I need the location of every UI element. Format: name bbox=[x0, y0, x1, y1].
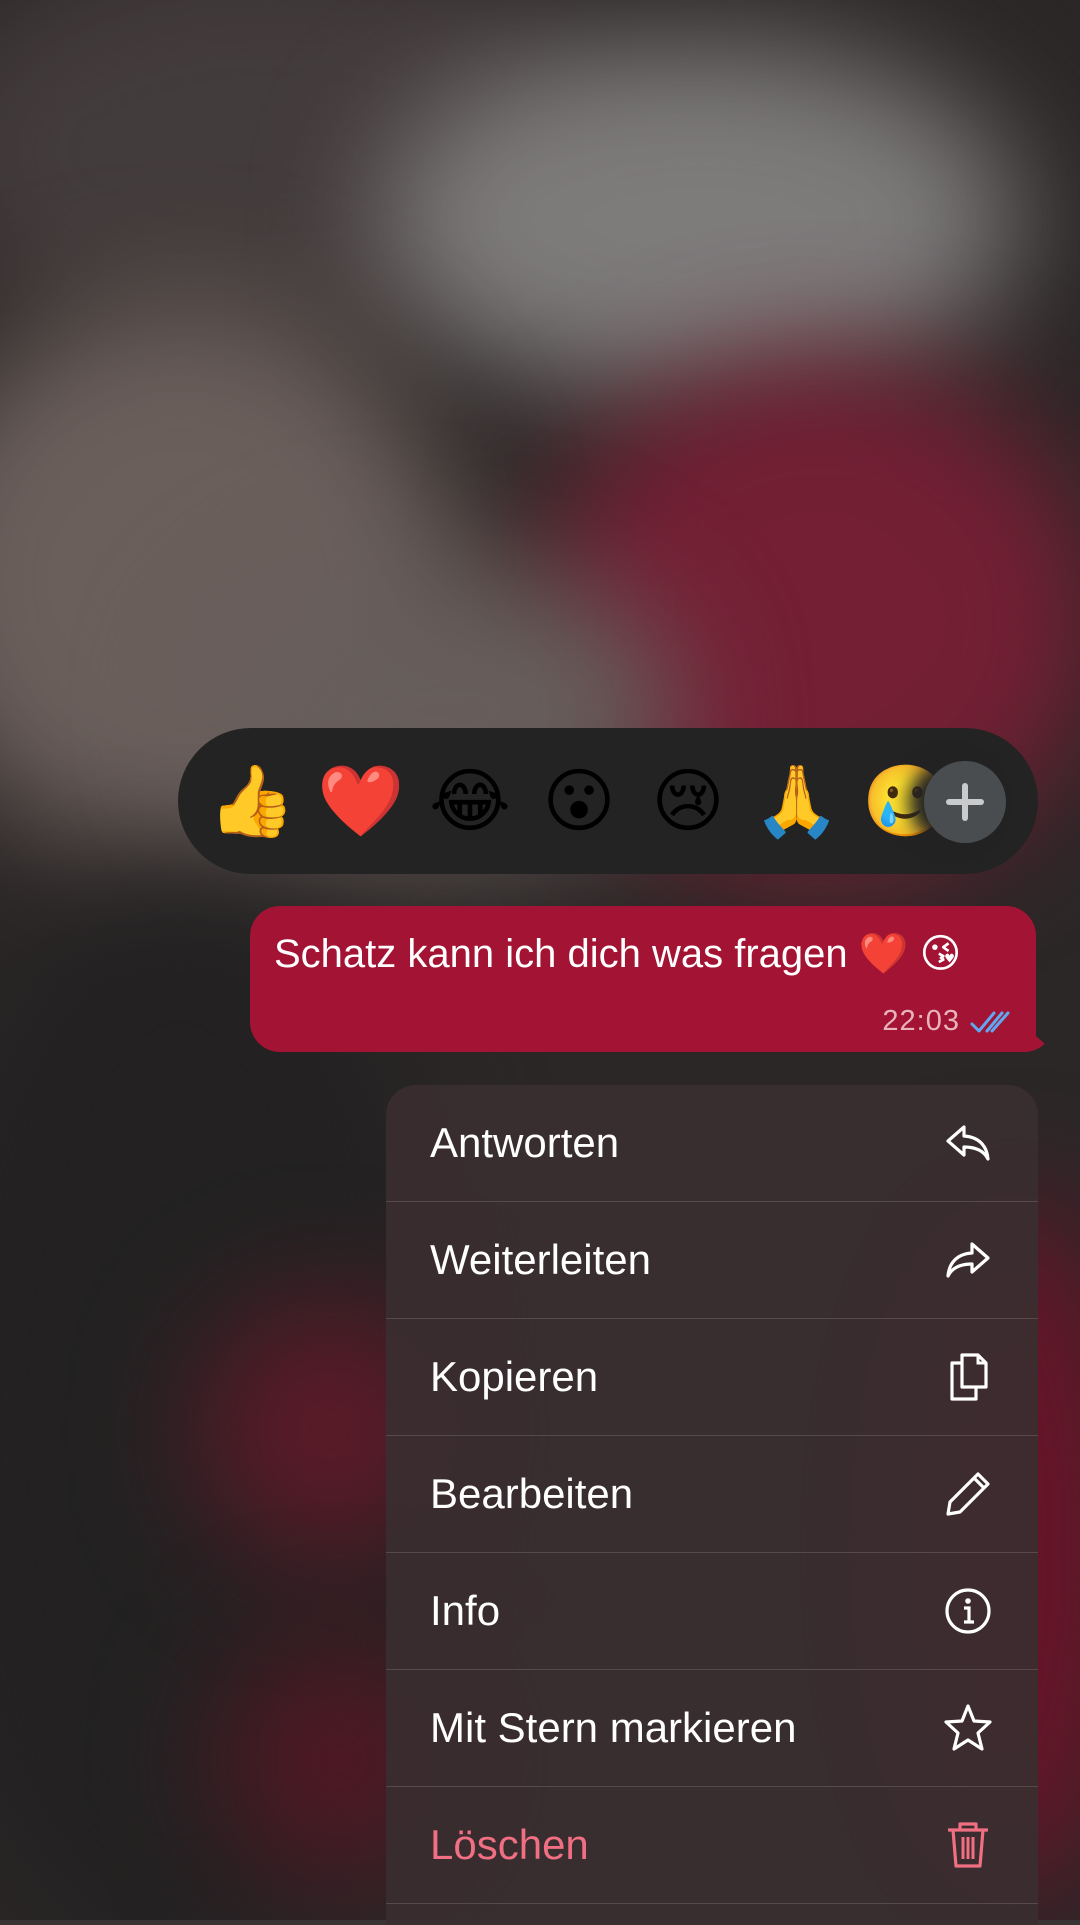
reaction-bar: 👍 ❤️ 😂 😮 😢 🙏 🥲 bbox=[178, 728, 1038, 874]
reaction-thumbs-up[interactable]: 👍 bbox=[207, 761, 297, 841]
info-icon bbox=[942, 1585, 994, 1637]
reaction-surprised[interactable]: 😮 bbox=[534, 761, 624, 841]
reaction-crying[interactable]: 😢 bbox=[643, 761, 733, 841]
copy-icon bbox=[942, 1351, 994, 1403]
message-time: 22:03 bbox=[882, 1005, 960, 1037]
message-bubble[interactable]: Schatz kann ich dich was fragen ❤️ 😘 22:… bbox=[250, 906, 1036, 1052]
menu-item-reply[interactable]: Antworten bbox=[386, 1085, 1038, 1202]
message-meta: 22:03 bbox=[882, 1005, 1012, 1038]
trash-icon bbox=[942, 1819, 994, 1871]
menu-item-label: Kopieren bbox=[430, 1353, 599, 1400]
menu-item-edit[interactable]: Bearbeiten bbox=[386, 1436, 1038, 1553]
add-reaction-button[interactable] bbox=[924, 761, 1006, 843]
menu-item-label: Mit Stern markieren bbox=[430, 1704, 797, 1751]
menu-item-forward[interactable]: Weiterleiten bbox=[386, 1202, 1038, 1319]
forward-icon bbox=[942, 1234, 994, 1286]
menu-item-label: Weiterleiten bbox=[430, 1236, 651, 1283]
reaction-praying[interactable]: 🙏 bbox=[752, 761, 842, 841]
reaction-heart[interactable]: ❤️ bbox=[316, 761, 406, 841]
menu-item-info[interactable]: Info bbox=[386, 1553, 1038, 1670]
menu-item-star[interactable]: Mit Stern markieren bbox=[386, 1670, 1038, 1787]
menu-item-delete[interactable]: Löschen bbox=[386, 1787, 1038, 1904]
reply-icon bbox=[942, 1117, 994, 1169]
menu-item-label: Info bbox=[430, 1587, 501, 1634]
pencil-icon bbox=[942, 1468, 994, 1520]
menu-item-label: Antworten bbox=[430, 1119, 620, 1166]
message-context-menu: Antworten Weiterleiten Kopieren Bearbeit… bbox=[386, 1085, 1038, 1925]
menu-item-copy[interactable]: Kopieren bbox=[386, 1319, 1038, 1436]
menu-item-label: Bearbeiten bbox=[430, 1470, 634, 1517]
message-text: Schatz kann ich dich was fragen ❤️ 😘 bbox=[274, 932, 962, 976]
reaction-laughing[interactable]: 😂 bbox=[425, 761, 515, 841]
menu-item-label: Löschen bbox=[430, 1821, 589, 1868]
star-icon bbox=[942, 1702, 994, 1754]
double-check-read-icon bbox=[970, 1011, 1010, 1032]
